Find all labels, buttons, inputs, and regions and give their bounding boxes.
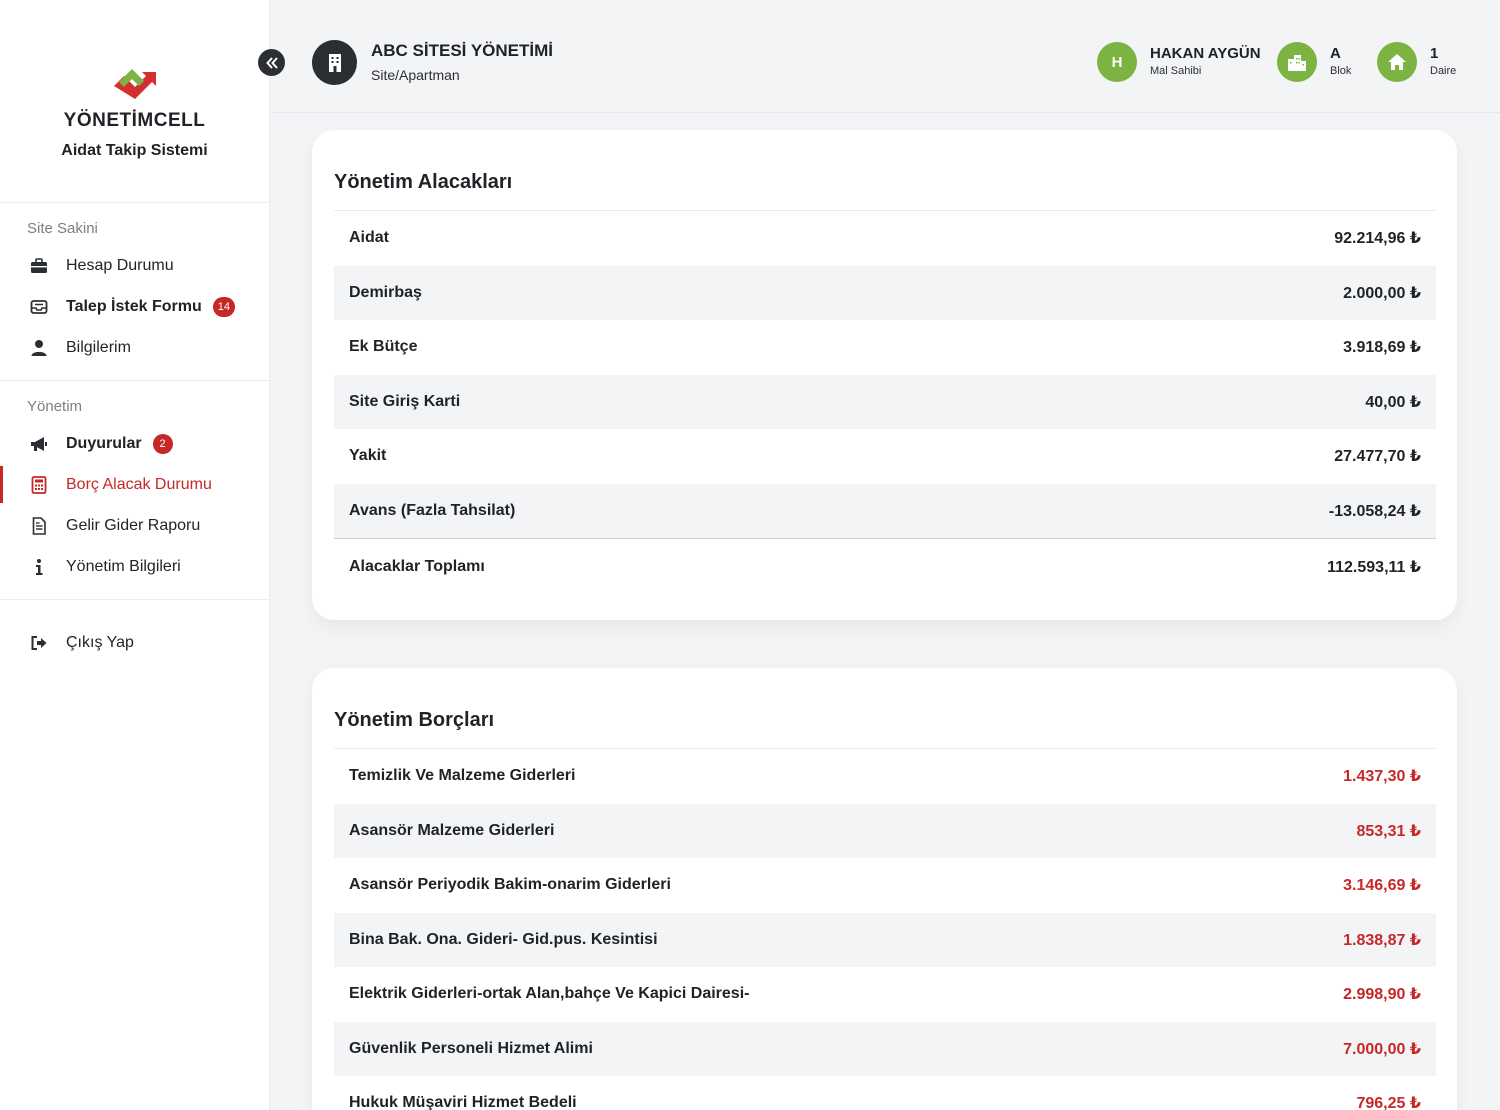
sidebar-item-yonetim-bilgileri[interactable]: Yönetim Bilgileri: [0, 546, 269, 587]
sidebar-item-label: Gelir Gider Raporu: [66, 516, 201, 534]
receivables-card: Yönetim Alacakları Aidat 92.214,96 ₺ Demi…: [312, 130, 1457, 620]
nav-section-management: Yönetim Duyurular 2 Borç Alacak Durumu G…: [0, 381, 269, 600]
site-name: ABC SİTESİ YÖNETİMİ: [371, 41, 553, 60]
logout-section: Çıkış Yap: [0, 600, 269, 663]
list-item: Güvenlik Personeli Hizmet Alimi 7.000,00 …: [334, 1021, 1436, 1076]
receivables-title: Yönetim Alacakları: [334, 171, 513, 193]
file-icon: [28, 516, 50, 536]
user-name: HAKAN AYGÜN: [1150, 45, 1261, 62]
list-item: Elektrik Giderleri-ortak Alan,bahçe Ve K…: [349, 985, 1421, 1004]
list-item: Site Giriş Karti 40,00 ₺: [334, 374, 1436, 429]
sidebar-item-label: Bilgilerim: [66, 338, 131, 356]
notification-badge: 2: [152, 433, 173, 454]
collapse-sidebar-button[interactable]: [258, 49, 285, 76]
sidebar-item-bilgilerim[interactable]: Bilgilerim: [0, 327, 269, 368]
notification-badge: 14: [212, 296, 235, 317]
flat-chip: 1 Daire: [1377, 42, 1456, 82]
logout-button[interactable]: Çıkış Yap: [0, 622, 269, 663]
user-role: Mal Sahibi: [1150, 65, 1202, 77]
building-icon: [312, 40, 357, 85]
brand-subtitle: Aidat Takip Sistemi: [61, 142, 208, 159]
logout-label: Çıkış Yap: [66, 633, 134, 651]
sidebar-item-label: Talep İstek Formu: [66, 297, 202, 315]
list-item: Aidat 92.214,96 ₺: [349, 229, 1421, 248]
list-item: Demirbaş 2.000,00 ₺: [334, 265, 1436, 320]
list-item: Temizlik Ve Malzeme Giderleri 1.437,30 ₺: [349, 767, 1421, 786]
double-chevron-left-icon: [265, 56, 278, 69]
megaphone-icon: [28, 434, 50, 454]
nav-section-title: Site Sakini: [27, 220, 98, 237]
calculator-icon: [28, 475, 50, 495]
user-chip[interactable]: H HAKAN AYGÜN Mal Sahibi: [1097, 42, 1261, 82]
user-icon: [28, 338, 50, 358]
block-chip: A Blok: [1277, 42, 1351, 82]
list-item: Ek Bütçe 3.918,69 ₺: [349, 338, 1421, 357]
sidebar-item-gelir-gider-raporu[interactable]: Gelir Gider Raporu: [0, 505, 269, 546]
nav-section-title: Yönetim: [27, 398, 83, 415]
list-item: Asansör Malzeme Giderleri 853,31 ₺: [334, 803, 1436, 858]
nav-section-resident: Site Sakini Hesap Durumu Talep İstek For…: [0, 203, 269, 381]
debts-list: Temizlik Ve Malzeme Giderleri 1.437,30 ₺ …: [334, 748, 1436, 1110]
list-item: Asansör Periyodik Bakim-onarim Giderleri…: [349, 876, 1421, 895]
brand: YÖNETİMCELL Aidat Takip Sistemi: [0, 0, 269, 203]
home-icon: [1377, 42, 1417, 82]
avatar: H: [1097, 42, 1137, 82]
block-value: A: [1330, 45, 1341, 62]
list-item: Bina Bak. Ona. Gideri- Gid.pus. Kesintis…: [334, 912, 1436, 967]
top-header: ABC SİTESİ YÖNETİMİ Site/Apartman H HAKA…: [271, 0, 1500, 113]
list-item: Hukuk Müşaviri Hizmet Bedeli 796,25 ₺: [349, 1094, 1421, 1110]
block-label: Blok: [1330, 65, 1352, 77]
flat-label: Daire: [1430, 65, 1457, 77]
debts-title: Yönetim Borçları: [334, 709, 495, 731]
receivables-total-row: Alacaklar Toplamı 112.593,11 ₺: [334, 538, 1436, 594]
info-icon: [28, 557, 50, 577]
list-item: Yakit 27.477,70 ₺: [349, 447, 1421, 466]
sign-out-icon: [28, 633, 50, 653]
sidebar-item-hesap-durumu[interactable]: Hesap Durumu: [0, 245, 269, 286]
sidebar-item-label: Duyurular: [66, 434, 142, 452]
sidebar-item-label: Borç Alacak Durumu: [66, 475, 212, 493]
logo-wordmark: YÖNETİMCELL: [63, 110, 206, 131]
flat-value: 1: [1430, 45, 1439, 62]
sidebar-item-talep-istek-formu[interactable]: Talep İstek Formu 14: [0, 286, 269, 327]
logo-icon: [110, 64, 160, 106]
debts-card: Yönetim Borçları Temizlik Ve Malzeme Gid…: [312, 668, 1457, 1110]
sidebar-item-label: Hesap Durumu: [66, 256, 174, 274]
inbox-icon: [28, 297, 50, 317]
sidebar-item-borc-alacak-durumu[interactable]: Borç Alacak Durumu: [0, 464, 269, 505]
sidebar-item-duyurular[interactable]: Duyurular 2: [0, 423, 269, 464]
list-item: Avans (Fazla Tahsilat) -13.058,24 ₺: [334, 483, 1436, 538]
receivables-list: Aidat 92.214,96 ₺ Demirbaş 2.000,00 ₺ Ek B…: [334, 210, 1436, 594]
site-type: Site/Apartman: [371, 67, 460, 83]
sidebar-item-label: Yönetim Bilgileri: [66, 557, 181, 575]
briefcase-icon: [28, 256, 50, 276]
sidebar: YÖNETİMCELL Aidat Takip Sistemi Site Sak…: [0, 0, 270, 1110]
city-icon: [1277, 42, 1317, 82]
